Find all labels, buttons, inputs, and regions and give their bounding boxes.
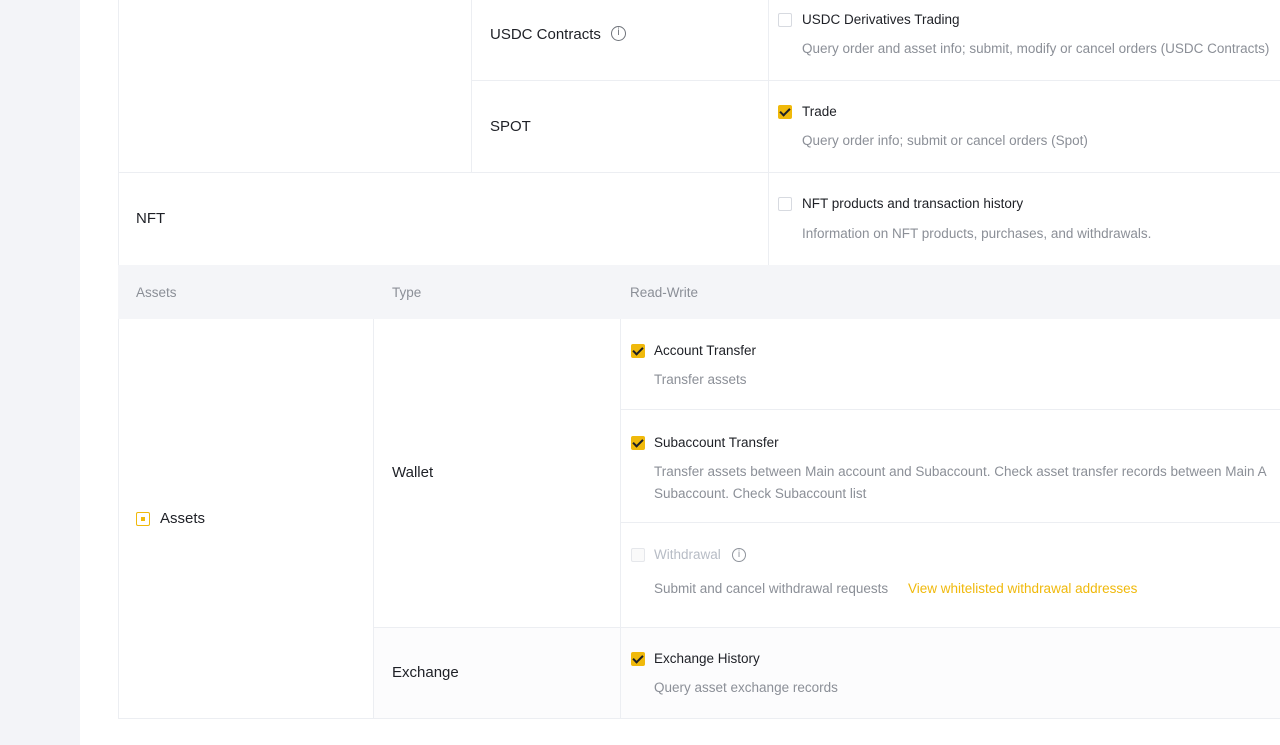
subaccount-transfer-checkbox[interactable] bbox=[631, 436, 645, 450]
subaccount-transfer-title: Subaccount Transfer bbox=[654, 435, 779, 450]
api-permissions-panel: USDC Contracts i USDC Derivatives Tradin… bbox=[80, 0, 1280, 745]
trade-checkbox[interactable] bbox=[778, 105, 792, 119]
wallet-label: Wallet bbox=[392, 464, 434, 481]
trade-description: Query order info; submit or cancel order… bbox=[802, 133, 1088, 148]
exchange-label: Exchange bbox=[392, 664, 459, 681]
account-transfer-description: Transfer assets bbox=[654, 372, 747, 387]
withdrawal-checkbox[interactable] bbox=[631, 548, 645, 562]
nft-title: NFT products and transaction history bbox=[802, 196, 1024, 211]
withdrawal-description: Submit and cancel withdrawal requests bbox=[654, 581, 889, 596]
exchange-history-checkbox[interactable] bbox=[631, 652, 645, 666]
usdc-derivatives-description: Query order and asset info; submit, modi… bbox=[802, 41, 1270, 56]
nft-checkbox[interactable] bbox=[778, 197, 792, 211]
info-icon[interactable]: i bbox=[732, 548, 746, 562]
divider bbox=[471, 80, 1280, 81]
assets-group-checkbox[interactable] bbox=[136, 512, 150, 526]
divider bbox=[621, 409, 1280, 410]
column-header-read-write: Read-Write bbox=[630, 285, 699, 300]
exchange-history-title: Exchange History bbox=[654, 651, 760, 666]
divider bbox=[118, 718, 1280, 719]
divider bbox=[118, 0, 119, 265]
divider bbox=[374, 627, 1280, 628]
account-transfer-checkbox[interactable] bbox=[631, 344, 645, 358]
left-gutter bbox=[0, 0, 80, 745]
account-transfer-title: Account Transfer bbox=[654, 343, 757, 358]
exchange-row-bg bbox=[621, 628, 1280, 719]
usdc-contracts-label: USDC Contracts bbox=[490, 26, 601, 43]
subaccount-transfer-description: Transfer assets between Main account and… bbox=[654, 464, 1267, 479]
nft-label: NFT bbox=[136, 210, 166, 227]
view-whitelisted-addresses-link[interactable]: View whitelisted withdrawal addresses bbox=[908, 581, 1137, 596]
divider bbox=[768, 0, 769, 265]
nft-description: Information on NFT products, purchases, … bbox=[802, 226, 1152, 241]
usdc-derivatives-title: USDC Derivatives Trading bbox=[802, 12, 960, 27]
divider bbox=[373, 319, 374, 719]
subaccount-transfer-description-2: Subaccount. Check Subaccount list bbox=[654, 486, 867, 501]
divider bbox=[621, 522, 1280, 523]
exchange-history-description: Query asset exchange records bbox=[654, 680, 838, 695]
trade-title: Trade bbox=[802, 104, 837, 119]
assets-group-label: Assets bbox=[160, 510, 206, 527]
divider bbox=[620, 319, 621, 719]
usdc-derivatives-checkbox[interactable] bbox=[778, 13, 792, 27]
divider bbox=[118, 319, 119, 719]
withdrawal-title: Withdrawal bbox=[654, 547, 721, 562]
divider bbox=[471, 0, 472, 172]
column-header-assets: Assets bbox=[136, 285, 177, 300]
divider bbox=[118, 172, 1280, 173]
column-header-type: Type bbox=[392, 285, 422, 300]
table-header: Assets Type Read-Write bbox=[118, 265, 1280, 319]
spot-label: SPOT bbox=[490, 118, 531, 135]
info-icon[interactable]: i bbox=[611, 26, 626, 41]
